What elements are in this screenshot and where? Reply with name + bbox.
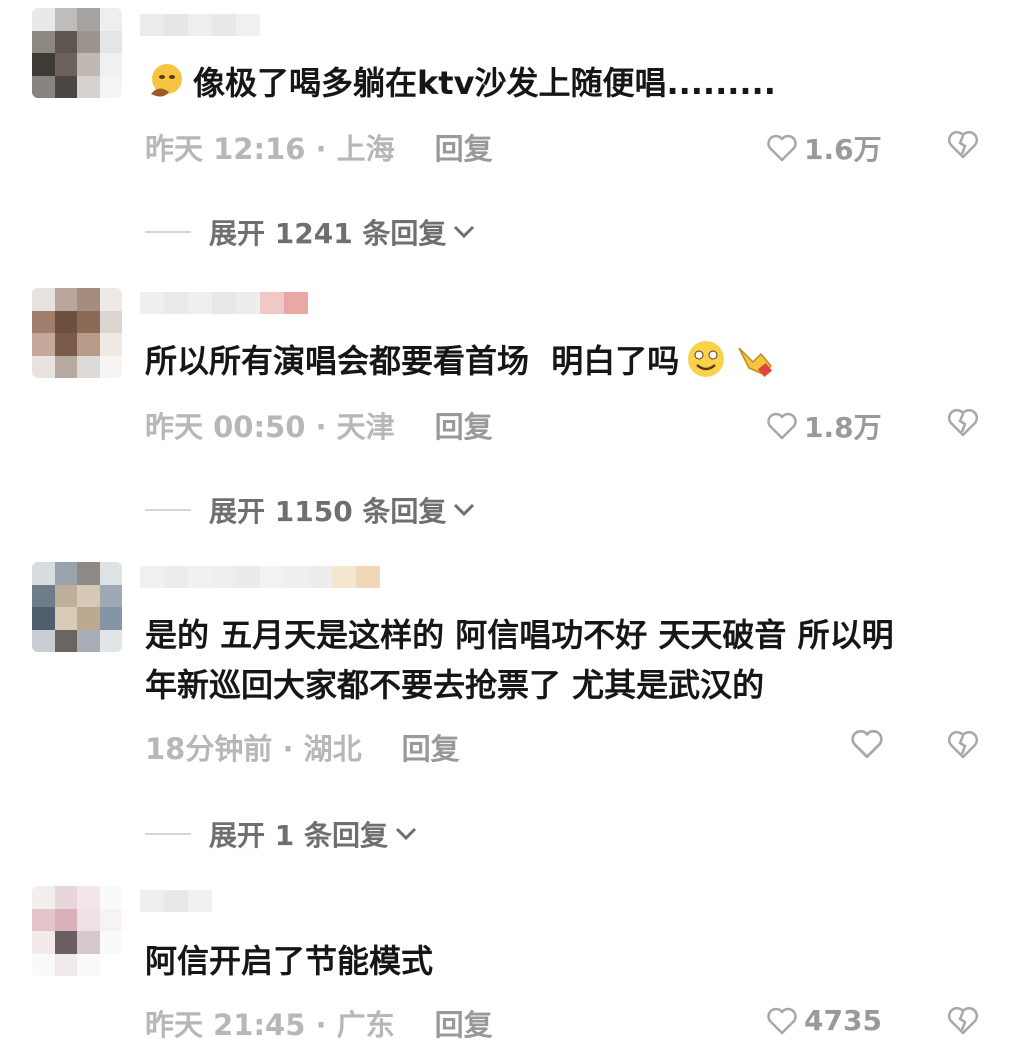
divider-line: [145, 833, 191, 835]
heart-outline-icon: [767, 1007, 797, 1034]
like-button[interactable]: 1.6万: [766, 128, 882, 168]
expand-label: 展开 1150 条回复: [209, 495, 447, 528]
reply-button[interactable]: 回复: [435, 404, 493, 446]
username-blurred[interactable]: [140, 566, 380, 588]
comment-meta: 昨天 12:16 · 上海 回复: [145, 126, 493, 168]
comment-text: 像极了喝多躺在ktv沙发上随便唱.........: [145, 58, 985, 108]
chevron-down-icon: [395, 827, 417, 841]
comment-text: 所以所有演唱会都要看首场 明白了吗: [145, 336, 985, 386]
reply-button[interactable]: 回复: [402, 726, 460, 768]
like-count: 1.8万: [804, 411, 882, 444]
username-blurred[interactable]: [140, 890, 212, 912]
divider-line: [145, 509, 191, 511]
username-blurred[interactable]: [140, 14, 260, 36]
comment-text: 阿信开启了节能模式: [145, 942, 434, 980]
smiling-emoji-icon: [688, 341, 725, 377]
avatar[interactable]: [32, 288, 122, 378]
avatar[interactable]: [32, 8, 122, 98]
time-location: 昨天 21:45 · 广东: [145, 1008, 395, 1042]
reply-button[interactable]: 回复: [435, 126, 493, 168]
username-blurred[interactable]: [140, 292, 308, 314]
comment-meta: 18分钟前 · 湖北 回复: [145, 726, 460, 768]
divider-line: [145, 231, 191, 233]
broken-heart-icon: [947, 130, 979, 159]
expand-replies[interactable]: 展开 1 条回复: [145, 814, 418, 854]
heart-outline-icon: [767, 412, 797, 440]
avatar[interactable]: [32, 886, 122, 976]
chevron-down-icon: [454, 503, 475, 517]
heart-outline-icon: [851, 729, 883, 759]
like-count: 4735: [804, 1004, 882, 1037]
expand-label: 展开 1241 条回复: [209, 217, 447, 250]
dislike-button[interactable]: [946, 406, 980, 442]
broken-heart-icon: [947, 1006, 979, 1035]
pointing-hand-icon: [738, 347, 773, 378]
like-button[interactable]: [850, 728, 890, 760]
reply-button[interactable]: 回复: [435, 1002, 493, 1044]
dislike-button[interactable]: [946, 128, 980, 164]
avatar[interactable]: [32, 562, 122, 652]
comment-meta: 昨天 00:50 · 天津 回复: [145, 404, 493, 446]
like-button[interactable]: 4735: [766, 1004, 882, 1037]
chevron-down-icon: [454, 225, 475, 239]
dislike-button[interactable]: [946, 1004, 980, 1040]
time-location: 18分钟前 · 湖北: [145, 732, 362, 766]
broken-heart-icon: [947, 408, 979, 437]
like-count: 1.6万: [804, 133, 882, 166]
time-location: 昨天 12:16 · 上海: [145, 132, 395, 166]
like-button[interactable]: 1.8万: [766, 406, 882, 446]
heart-outline-icon: [767, 134, 797, 162]
expand-label: 展开 1 条回复: [209, 819, 388, 852]
time-location: 昨天 00:50 · 天津: [145, 410, 395, 444]
broken-heart-icon: [947, 730, 979, 759]
expand-replies[interactable]: 展开 1150 条回复: [145, 490, 476, 530]
expand-replies[interactable]: 展开 1241 条回复: [145, 212, 476, 252]
dislike-button[interactable]: [946, 728, 980, 764]
comment-meta: 昨天 21:45 · 广东 回复: [145, 1002, 493, 1044]
comment-text: 是的 五月天是这样的 阿信唱功不好 天天破音 所以明 年新巡回大家都不要去抢票了…: [145, 616, 894, 704]
thinking-emoji-icon: [151, 64, 182, 97]
